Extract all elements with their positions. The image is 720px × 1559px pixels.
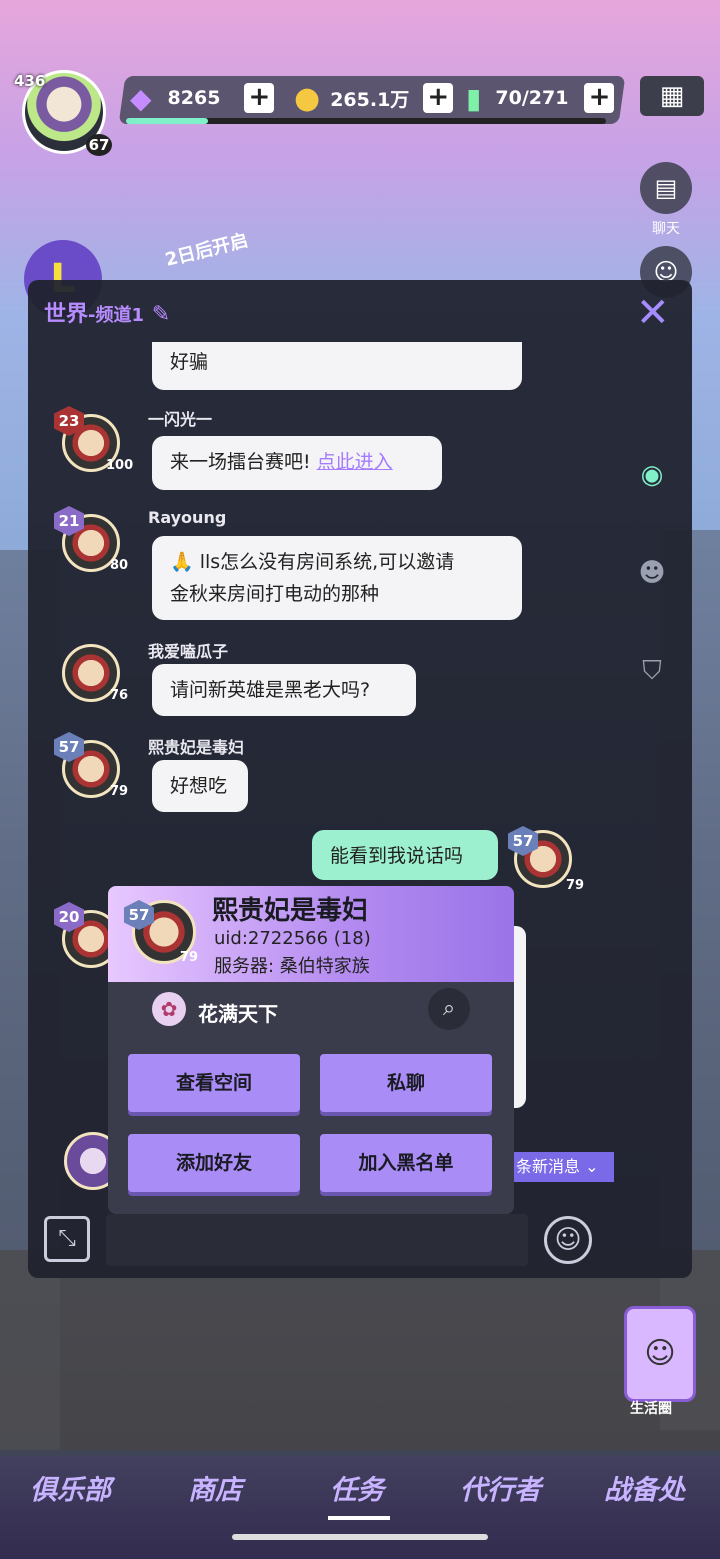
- popup-uid: uid:2722566 (18): [214, 928, 371, 949]
- user-level: 79: [110, 784, 129, 799]
- crystal-count: 8265: [167, 87, 221, 109]
- nav-tasks[interactable]: 任务: [330, 1468, 384, 1507]
- private-chat-button[interactable]: 私聊: [320, 1054, 492, 1112]
- add-friend-button[interactable]: 添加好友: [128, 1134, 300, 1192]
- coin-count: 265.1万: [330, 88, 410, 111]
- avatar-level: 67: [86, 134, 112, 156]
- add-crystal-button[interactable]: +: [244, 83, 275, 113]
- popup-server: 服务器: 桑伯特家族: [214, 956, 370, 977]
- add-blacklist-button[interactable]: 加入黑名单: [320, 1134, 492, 1192]
- user-nickname[interactable]: Rayoung: [148, 508, 226, 527]
- message-bubble: 请问新英雄是黑老大吗?: [152, 664, 416, 716]
- join-arena-link[interactable]: 点此进入: [317, 451, 393, 473]
- collapse-icon[interactable]: ⤡: [44, 1216, 90, 1262]
- popup-level: 79: [180, 950, 199, 965]
- chat-input[interactable]: [106, 1214, 528, 1266]
- crystal-resource: ◆ 8265 +: [130, 80, 275, 116]
- channel-selector[interactable]: 世界-频道1 ✎: [44, 296, 170, 328]
- user-nickname[interactable]: 一闪光一: [148, 406, 212, 430]
- new-messages-button[interactable]: 条新消息 ⌄: [512, 1152, 614, 1182]
- close-icon[interactable]: ✕: [636, 290, 670, 336]
- chevron-down-icon: ⌄: [585, 1157, 599, 1176]
- chat-label: 聊天: [652, 221, 680, 237]
- edit-icon[interactable]: ✎: [152, 302, 170, 327]
- player-level: 436: [14, 72, 46, 90]
- popup-username: 熙贵妃是毒妇: [212, 896, 369, 926]
- world-channel-icon[interactable]: ◉: [636, 460, 668, 492]
- user-level: 100: [106, 458, 134, 473]
- nav-agent[interactable]: 代行者: [460, 1468, 541, 1507]
- message-bubble: 来一场擂台赛吧! 点此进入: [152, 436, 442, 490]
- guild-flower-icon: ✿: [152, 992, 186, 1026]
- guild-channel-icon[interactable]: ⛉: [636, 656, 668, 688]
- own-level: 79: [566, 878, 585, 893]
- life-circle-phone-icon[interactable]: ☺: [624, 1306, 696, 1402]
- user-nickname[interactable]: 我爱嗑瓜子: [148, 638, 228, 662]
- nav-armory[interactable]: 战备处: [604, 1468, 685, 1507]
- crystal-icon: ◆: [130, 81, 152, 115]
- life-circle-label: 生活圈: [630, 1401, 672, 1417]
- add-energy-button[interactable]: +: [584, 83, 615, 113]
- friends-channel-icon[interactable]: ☻: [636, 558, 668, 590]
- energy-progress: [126, 118, 606, 124]
- coin-icon: ●: [294, 80, 321, 116]
- user-level: 80: [110, 558, 129, 573]
- nav-active-indicator: [328, 1516, 390, 1520]
- energy-icon: ▮: [466, 81, 482, 115]
- user-level: 76: [110, 688, 129, 703]
- view-space-button[interactable]: 查看空间: [128, 1054, 300, 1112]
- emoji-icon[interactable]: ☺: [544, 1216, 592, 1264]
- nav-shop[interactable]: 商店: [188, 1468, 242, 1507]
- home-indicator[interactable]: [232, 1534, 488, 1540]
- energy-count: 70/271: [495, 87, 569, 109]
- message-bubble: 好骗: [152, 342, 522, 390]
- message-bubble: 🙏 lls怎么没有房间系统,可以邀请 金秋来房间打电动的那种: [152, 536, 522, 620]
- chat-icon[interactable]: ▤: [640, 162, 692, 214]
- nav-club[interactable]: 俱乐部: [30, 1468, 111, 1507]
- menu-grid-icon[interactable]: ▦: [640, 76, 704, 116]
- coin-resource: ● 265.1万 +: [294, 80, 454, 116]
- user-nickname[interactable]: 熙贵妃是毒妇: [148, 734, 244, 758]
- own-message-bubble: 能看到我说话吗: [312, 830, 498, 880]
- search-icon[interactable]: ⌕: [428, 988, 470, 1030]
- add-coin-button[interactable]: +: [423, 83, 454, 113]
- message-bubble: 好想吃: [152, 760, 248, 812]
- popup-guild: 花满天下: [198, 1002, 278, 1026]
- energy-resource: ▮ 70/271 +: [466, 80, 615, 116]
